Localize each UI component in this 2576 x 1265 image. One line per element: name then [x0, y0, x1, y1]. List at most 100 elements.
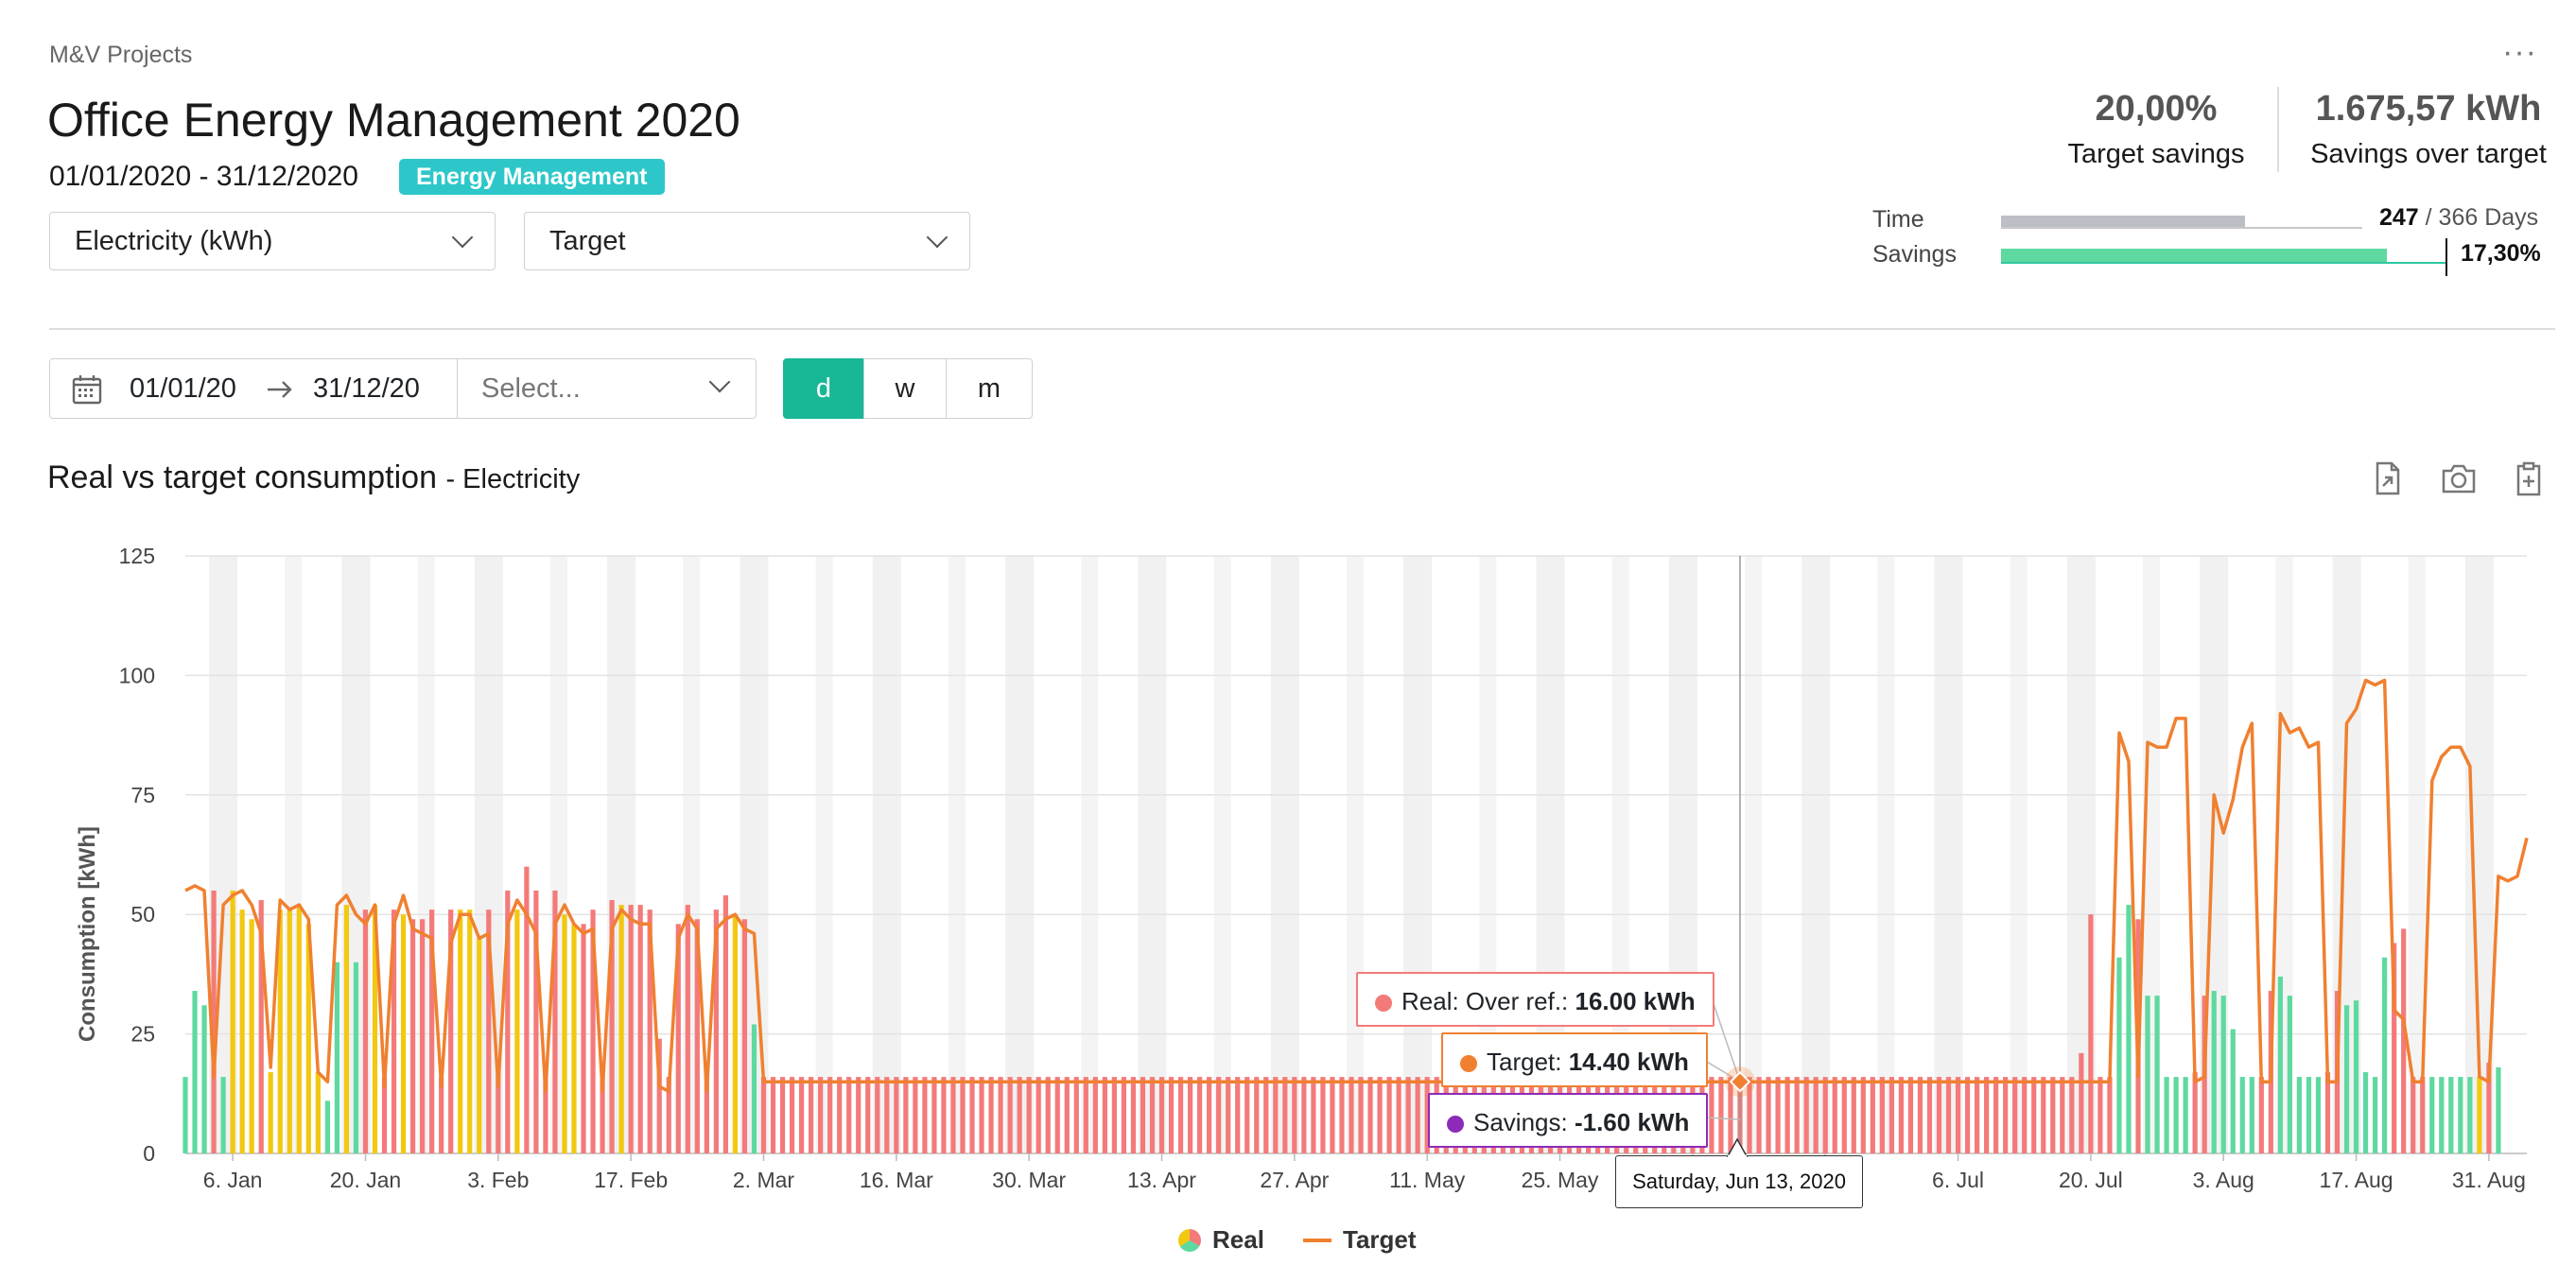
real-bar — [2069, 1077, 2075, 1153]
chart-title: Real vs target consumption - Electricity — [47, 459, 580, 496]
baseline-select[interactable]: Target — [524, 212, 970, 270]
y-tick-label: 100 — [119, 663, 155, 687]
real-bar — [2173, 1077, 2179, 1153]
real-bar — [2458, 1077, 2463, 1153]
meter-select[interactable]: Electricity (kWh) — [49, 212, 496, 270]
real-bar — [2382, 957, 2388, 1153]
real-bar — [2022, 1077, 2028, 1153]
real-bar — [192, 991, 198, 1153]
weekend-band — [815, 556, 833, 1153]
meter-select-value: Electricity (kWh) — [75, 225, 273, 256]
real-bar — [979, 1077, 984, 1153]
date-range-picker[interactable]: 01/01/20 31/12/20 Select... — [49, 358, 757, 419]
real-bar — [268, 1072, 273, 1153]
real-bar — [998, 1077, 1003, 1153]
real-bar — [1301, 1077, 1307, 1153]
real-bar — [1026, 1077, 1032, 1153]
breadcrumb[interactable]: M&V Projects — [49, 42, 192, 69]
x-tick-label: 16. Mar — [860, 1168, 933, 1192]
real-bar — [2296, 1077, 2303, 1153]
more-options-icon[interactable]: ··· — [2502, 34, 2537, 71]
range-divider — [457, 359, 458, 418]
weekend-band — [1403, 556, 1433, 1153]
real-bar — [1045, 1077, 1051, 1153]
real-bar — [420, 919, 426, 1153]
clipboard-icon[interactable] — [2510, 459, 2548, 497]
real-bar — [1955, 1077, 1961, 1153]
real-bar — [362, 910, 369, 1153]
real-bar — [779, 1077, 786, 1153]
x-tick-label: 6. Jan — [203, 1168, 263, 1192]
real-bar — [1993, 1077, 1999, 1153]
real-bar — [287, 910, 292, 1153]
real-bar — [1349, 1077, 1354, 1153]
real-bar — [581, 924, 586, 1153]
real-bar — [2012, 1077, 2018, 1153]
real-bar — [220, 1077, 226, 1153]
real-bar — [1339, 1077, 1345, 1153]
export-icon[interactable] — [2368, 459, 2406, 497]
weekend-band — [1081, 556, 1099, 1153]
range-start-input[interactable]: 01/01/20 — [130, 373, 236, 405]
weekend-band — [1270, 556, 1299, 1153]
real-bar — [1860, 1077, 1866, 1153]
real-bar — [1926, 1077, 1933, 1153]
real-bar — [1073, 1077, 1079, 1153]
tooltip-savings-value: -1.60 kWh — [1574, 1108, 1690, 1136]
real-bar — [960, 1077, 966, 1153]
tooltip-real: Real: Over ref.: 16.00 kWh — [1356, 972, 1714, 1027]
chevron-down-icon — [926, 226, 949, 249]
tooltip-target: Target: 14.40 kWh — [1441, 1032, 1708, 1087]
real-bar — [884, 1077, 890, 1153]
target-dot-icon — [1460, 1055, 1477, 1072]
kpi-value: 1.675,57 kWh — [2315, 89, 2542, 129]
granularity-week-button[interactable]: w — [863, 358, 947, 419]
real-bar — [789, 1077, 795, 1153]
x-tick-label: 17. Feb — [594, 1168, 668, 1192]
camera-icon[interactable] — [2440, 459, 2478, 497]
real-bar — [741, 919, 748, 1153]
real-bar — [2373, 1077, 2378, 1153]
real-bar — [2429, 1077, 2435, 1153]
real-bar — [239, 910, 245, 1153]
real-bar — [2277, 976, 2283, 1153]
real-bar — [2183, 1077, 2188, 1153]
real-bar — [732, 914, 739, 1153]
weekend-band — [1934, 556, 1963, 1153]
x-tick-label: 20. Jul — [2059, 1168, 2123, 1192]
tooltip-pointer — [1727, 1138, 1748, 1157]
preset-select[interactable]: Select... — [481, 373, 581, 405]
granularity-day-button[interactable]: d — [783, 358, 864, 419]
real-bar — [571, 924, 577, 1153]
real-bar — [343, 905, 350, 1153]
real-bar — [722, 894, 728, 1153]
real-bar — [1945, 1077, 1952, 1153]
time-progress-fill — [2001, 216, 2245, 227]
weekend-band — [1346, 556, 1365, 1153]
real-bar — [230, 890, 235, 1153]
real-bar — [1226, 1077, 1231, 1153]
real-bar — [856, 1077, 862, 1153]
granularity-month-button[interactable]: m — [946, 358, 1033, 419]
real-bar — [2192, 1072, 2198, 1153]
real-bar — [1036, 1077, 1041, 1153]
real-bar — [1140, 1077, 1146, 1153]
real-bar — [2448, 1077, 2454, 1153]
real-bar — [2041, 1077, 2046, 1153]
legend-item-target[interactable]: Target — [1303, 1225, 1417, 1255]
real-bar — [637, 905, 643, 1153]
real-bar — [1207, 1077, 1212, 1153]
real-bar — [628, 905, 634, 1153]
real-bar — [2439, 1077, 2445, 1153]
kpi-value: 20,00% — [2095, 89, 2218, 129]
real-bar — [1263, 1077, 1269, 1153]
legend-item-real[interactable]: Real — [1178, 1225, 1264, 1255]
real-bar — [2496, 1066, 2501, 1153]
real-bar — [2097, 1077, 2103, 1153]
range-end-input[interactable]: 31/12/20 — [313, 373, 420, 405]
weekend-band — [1877, 556, 1895, 1153]
real-bar — [2343, 1005, 2350, 1153]
chart-title-main: Real vs target consumption — [47, 459, 437, 495]
real-bar — [798, 1077, 805, 1153]
real-bar — [2287, 996, 2292, 1153]
